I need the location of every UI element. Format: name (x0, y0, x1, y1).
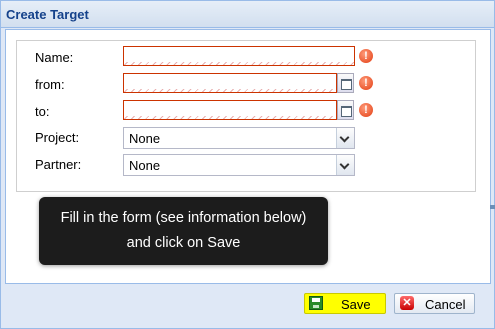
from-calendar-icon[interactable] (337, 73, 354, 93)
partner-label: Partner: (35, 157, 82, 172)
project-select[interactable]: None (123, 127, 355, 149)
from-date-field[interactable] (123, 73, 337, 93)
to-error-icon: ! (359, 103, 373, 117)
save-button-label: Save (341, 297, 371, 312)
chevron-down-icon[interactable] (336, 128, 354, 148)
form-fieldset: Name: ! from: ! to: ! Project: None Part… (16, 40, 476, 192)
dialog-titlebar[interactable]: Create Target (1, 1, 494, 28)
cancel-button[interactable]: ✕ Cancel (394, 293, 475, 314)
project-select-value: None (129, 131, 161, 146)
partner-select-value: None (129, 158, 161, 173)
from-error-icon: ! (359, 76, 373, 90)
window-edge-marker (490, 205, 495, 209)
from-label: from: (35, 77, 65, 92)
save-button[interactable]: Save (304, 293, 386, 314)
partner-select[interactable]: None (123, 154, 355, 176)
create-target-dialog: Create Target Name: ! from: ! to: ! Proj… (0, 0, 495, 329)
cancel-button-label: Cancel (425, 297, 466, 312)
to-label: to: (35, 104, 50, 119)
project-label: Project: (35, 130, 80, 145)
chevron-down-icon[interactable] (336, 155, 354, 175)
to-date-field[interactable] (123, 100, 337, 120)
name-label: Name: (35, 50, 74, 65)
tooltip-line-1: Fill in the form (see information below) (60, 210, 307, 226)
dialog-title: Create Target (6, 7, 89, 22)
save-icon (309, 296, 323, 310)
tooltip-line-2: and click on Save (126, 235, 241, 251)
to-calendar-icon[interactable] (337, 100, 354, 120)
name-error-icon: ! (359, 49, 373, 63)
close-icon: ✕ (400, 296, 414, 310)
name-field[interactable] (123, 46, 355, 66)
instruction-tooltip: Fill in the form (see information below)… (39, 197, 328, 265)
